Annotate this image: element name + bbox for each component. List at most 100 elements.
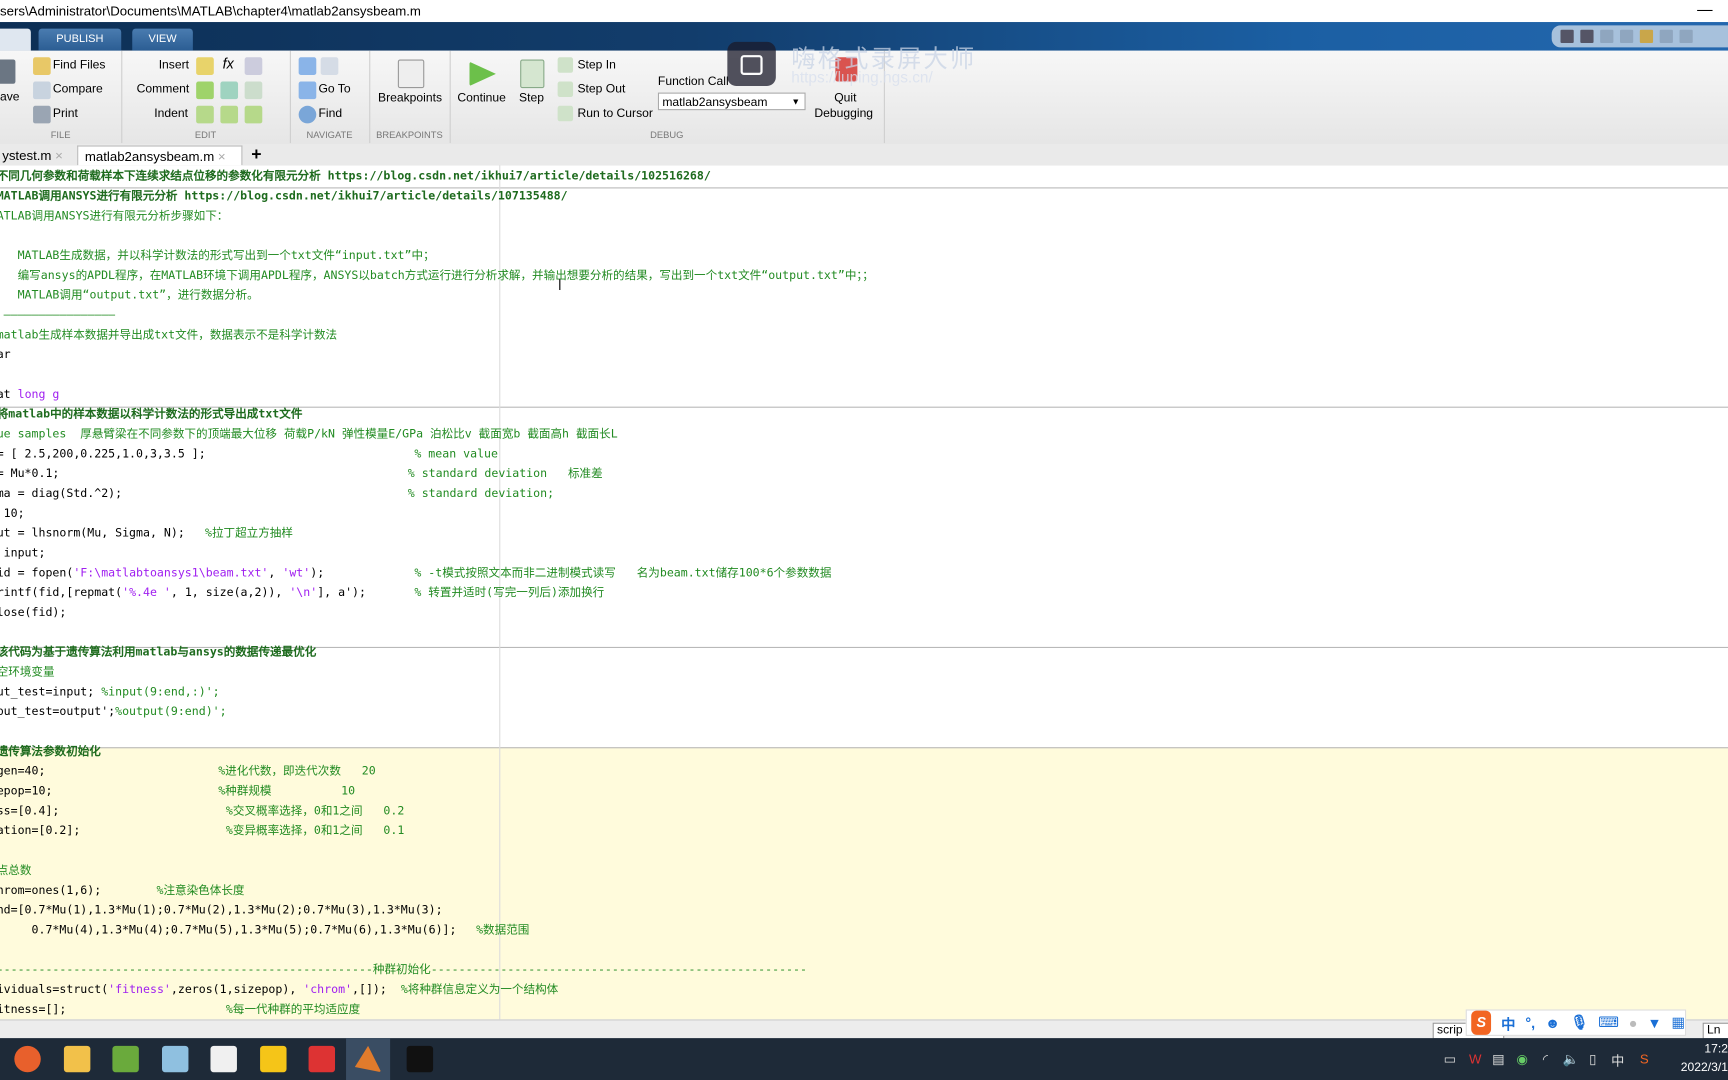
- wps-icon[interactable]: [308, 1045, 336, 1073]
- comment-icon[interactable]: [196, 81, 214, 100]
- app-a-yellow-icon[interactable]: [260, 1045, 287, 1073]
- code-line[interactable]: 0.7*Mu(4),1.3*Mu(4);0.7*Mu(5),1.3*Mu(5);…: [0, 920, 530, 940]
- keyboard-icon[interactable]: ⌨: [1598, 1014, 1619, 1032]
- quit-debugging-button[interactable]: Quit: [834, 91, 856, 104]
- input-language-indicator[interactable]: 中: [1611, 1051, 1624, 1070]
- cut-icon[interactable]: [1600, 29, 1614, 43]
- code-line[interactable]: ut = lhsnorm(Mu, Sigma, N); %拉丁超立方抽样: [0, 523, 293, 543]
- save-icon[interactable]: [1580, 29, 1594, 43]
- file-explorer-icon[interactable]: [63, 1045, 91, 1073]
- code-line[interactable]: ----------------------------------------…: [0, 960, 807, 980]
- comment-button[interactable]: Comment: [137, 83, 190, 96]
- code-line[interactable]: 遗传算法参数初始化: [0, 742, 101, 762]
- wifi-icon[interactable]: ◜: [1543, 1051, 1548, 1066]
- step-button[interactable]: Step: [519, 91, 544, 104]
- code-line[interactable]: ue samples 厚悬臂梁在不同参数下的顶端最大位移 荷载P/kN 弹性模量…: [0, 424, 618, 444]
- step-in-button[interactable]: Step In: [577, 58, 615, 71]
- code-line[interactable]: ————————————————: [0, 305, 115, 325]
- code-line[interactable]: itness=[]; %每一代种群的平均适应度: [0, 1000, 360, 1020]
- app-a-icon[interactable]: [210, 1045, 237, 1073]
- save-icon[interactable]: [0, 59, 16, 84]
- code-line[interactable]: ss=[0.4]; %交叉概率选择，0和1之间 0.2: [0, 801, 404, 821]
- notes-icon[interactable]: [161, 1045, 189, 1073]
- tab-view[interactable]: VIEW: [132, 28, 193, 51]
- compare-button[interactable]: Compare: [53, 83, 103, 96]
- code-line[interactable]: ATLAB调用ANSYS进行有限元分析步骤如下：: [0, 206, 228, 226]
- smart-indent-icon[interactable]: [196, 105, 214, 124]
- code-line[interactable]: gen=40; %进化代数，即迭代次数 20: [0, 762, 376, 782]
- close-icon[interactable]: ×: [55, 148, 63, 163]
- notepad-icon[interactable]: [112, 1045, 139, 1073]
- sogou-tray-icon[interactable]: S: [1640, 1051, 1649, 1066]
- code-line[interactable]: = [ 2.5,200,0.225,1.0,3,3.5 ]; % mean val…: [0, 444, 498, 464]
- app-tray-icon[interactable]: ▤: [1492, 1051, 1505, 1066]
- microphone-icon[interactable]: 🎙: [1570, 1014, 1588, 1032]
- uncomment-icon[interactable]: [220, 81, 239, 100]
- step-out-button[interactable]: Step Out: [577, 83, 625, 96]
- code-editor[interactable]: 不同几何参数和荷载样本下连续求结点位移的参数化有限元分析 https://blo…: [0, 165, 1728, 1020]
- add-tab-button[interactable]: +: [245, 145, 269, 165]
- sogou-icon[interactable]: S: [1471, 1010, 1492, 1035]
- code-line[interactable]: nd=[0.7*Mu(1),1.3*Mu(1);0.7*Mu(2),1.3*Mu…: [0, 900, 443, 920]
- redo-icon[interactable]: [1679, 29, 1693, 43]
- volume-icon[interactable]: 🔈: [1563, 1051, 1579, 1066]
- code-line[interactable]: ation=[0.2]; %变异概率选择，0和1之间 0.1: [0, 821, 404, 841]
- code-line[interactable]: epop=10; %种群规模 10: [0, 781, 355, 801]
- code-line[interactable]: id = fopen('F:\matlabtoansys1\beam.txt',…: [0, 563, 831, 583]
- screen-recorder-icon[interactable]: [406, 1045, 434, 1073]
- code-line[interactable]: ut_test=input; %input(9:end,:)';: [0, 682, 220, 702]
- forward-icon[interactable]: [320, 57, 339, 75]
- code-line[interactable]: 该代码为基于遗传算法利用matlab与ansys的数据传递最优化: [0, 642, 316, 662]
- back-icon[interactable]: [298, 57, 317, 75]
- find-button[interactable]: Find: [318, 107, 342, 120]
- emoji-icon[interactable]: ☻: [1545, 1014, 1560, 1031]
- code-line[interactable]: put_test=output';%output(9:end)';: [0, 702, 227, 722]
- indent-button[interactable]: Indent: [154, 107, 188, 120]
- print-button[interactable]: Print: [53, 107, 78, 120]
- code-line[interactable]: rintf(fid,[repmat('%.4e ', 1, size(a,2))…: [0, 583, 604, 603]
- fx-icon[interactable]: fx: [223, 55, 234, 72]
- skin-icon[interactable]: ▼: [1647, 1014, 1661, 1031]
- file-tab[interactable]: ystest.m ×: [0, 145, 75, 165]
- nvidia-icon[interactable]: ◉: [1516, 1051, 1528, 1066]
- wrap-comments-icon[interactable]: [244, 81, 263, 100]
- toolbox-icon[interactable]: ▦: [1671, 1014, 1685, 1032]
- ime-punctuation-toggle[interactable]: °,: [1525, 1014, 1535, 1031]
- firefox-icon[interactable]: [14, 1045, 41, 1073]
- code-line[interactable]: ividuals=struct('fitness',zeros(1,sizepo…: [0, 980, 558, 1000]
- file-tab-active[interactable]: matlab2ansysbeam.m ×: [77, 145, 243, 166]
- ime-language-toggle[interactable]: 中: [1501, 1012, 1515, 1033]
- close-icon[interactable]: ×: [218, 149, 226, 164]
- minimize-button[interactable]: —: [1697, 0, 1712, 18]
- tab-publish[interactable]: PUBLISH: [38, 28, 122, 51]
- copy-icon[interactable]: [1619, 29, 1634, 43]
- increase-indent-icon[interactable]: [220, 105, 239, 124]
- code-line[interactable]: 空环境变量: [0, 662, 55, 682]
- code-line[interactable]: 不同几何参数和荷载样本下连续求结点位移的参数化有限元分析 https://blo…: [0, 166, 711, 186]
- code-line[interactable]: 点总数: [0, 861, 31, 881]
- code-line[interactable]: MATLAB调用ANSYS进行有限元分析 https://blog.csdn.n…: [0, 186, 568, 206]
- code-line[interactable]: input;: [0, 543, 46, 563]
- wps-tray-icon[interactable]: W: [1469, 1051, 1481, 1066]
- run-to-cursor-button[interactable]: Run to Cursor: [577, 107, 652, 120]
- new-icon[interactable]: [1560, 29, 1574, 43]
- breakpoints-button[interactable]: Breakpoints: [378, 91, 442, 104]
- continue-button[interactable]: Continue: [457, 91, 506, 104]
- tab-editor[interactable]: [0, 28, 31, 51]
- insert-section-icon[interactable]: [196, 57, 214, 75]
- code-line[interactable]: at long g: [0, 385, 59, 405]
- code-line[interactable]: = Mu*0.1; % standard deviation 标准差: [0, 464, 603, 484]
- insert-button[interactable]: Insert: [159, 58, 189, 71]
- code-line[interactable]: MATLAB生成数据，并以科学计数法的形式写出到一个txt文件“input.tx…: [0, 246, 435, 266]
- code-line[interactable]: hrom=ones(1,6); %注意染色体长度: [0, 881, 244, 901]
- code-line[interactable]: 编写ansys的APDL程序，在MATLAB环境下调用APDL程序，ANSYS以…: [0, 266, 874, 286]
- code-line[interactable]: matlab生成样本数据并导出成txt文件，数据表示不是科学计数法: [0, 325, 337, 345]
- code-line[interactable]: 将matlab中的样本数据以科学计数法的形式导出成txt文件: [0, 404, 302, 424]
- recorder-tray-icon[interactable]: ▭: [1444, 1051, 1457, 1066]
- usb-icon[interactable]: ▯: [1589, 1051, 1596, 1066]
- paste-icon[interactable]: [1639, 29, 1654, 43]
- code-line[interactable]: lose(fid);: [0, 603, 66, 623]
- find-files-button[interactable]: Find Files: [53, 58, 106, 71]
- code-line[interactable]: ma = diag(Std.^2); % standard deviation;: [0, 484, 554, 504]
- code-line[interactable]: ar: [0, 345, 11, 365]
